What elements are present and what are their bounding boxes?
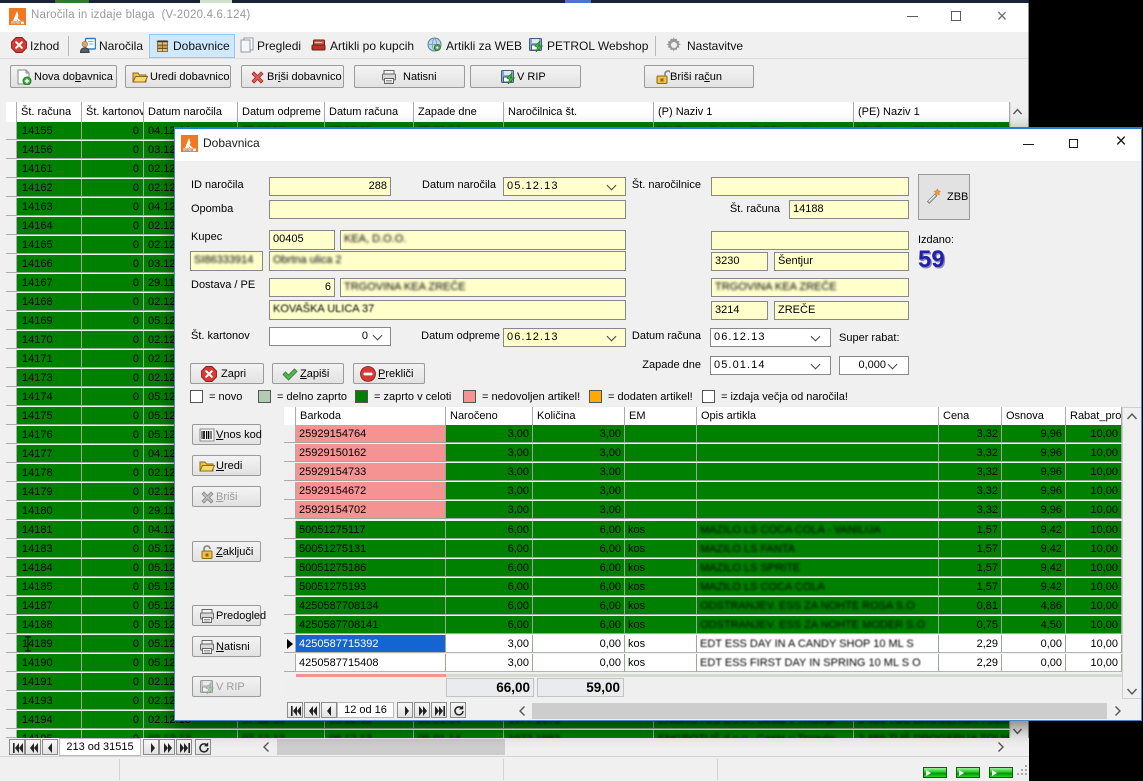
- svg-text:KVA2.00: KVA2.00: [183, 148, 194, 152]
- svg-text:KVA2.00: KVA2.00: [11, 21, 22, 25]
